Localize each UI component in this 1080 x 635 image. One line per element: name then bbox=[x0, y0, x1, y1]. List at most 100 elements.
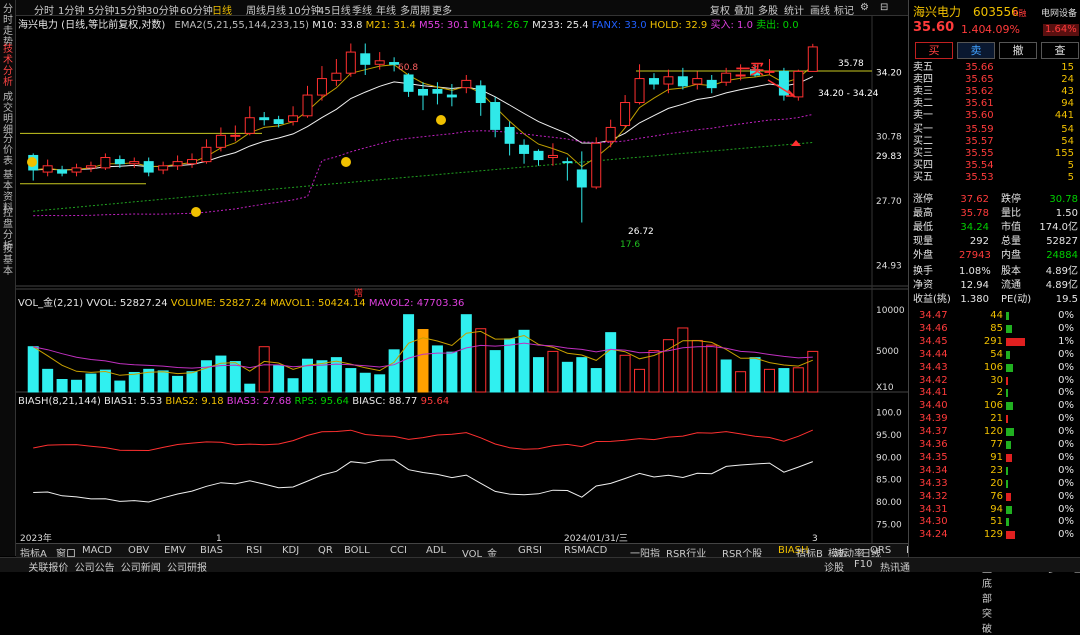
candle-body bbox=[273, 119, 284, 125]
cancel-order-button[interactable]: 撤 bbox=[999, 42, 1037, 59]
volume-tick-label: 10000 bbox=[876, 306, 905, 316]
tick-bar bbox=[1006, 518, 1010, 527]
candle-body bbox=[432, 89, 443, 94]
candle-body bbox=[302, 94, 313, 117]
left-tab-0[interactable]: 分时走势 bbox=[1, 4, 15, 48]
stat-label: PE(动) bbox=[1001, 294, 1032, 305]
tick-bar bbox=[1006, 466, 1008, 475]
volume-bar bbox=[258, 346, 270, 393]
candle-body bbox=[591, 142, 602, 188]
volume-bar bbox=[504, 338, 516, 393]
candle-body bbox=[807, 46, 818, 72]
stat-label: 外盘 bbox=[913, 250, 933, 261]
volume-bar bbox=[576, 357, 588, 393]
left-tab-2[interactable]: 成交明细 bbox=[1, 92, 15, 136]
indicator-tab-2[interactable]: MACD bbox=[82, 545, 112, 556]
signal-marker bbox=[341, 157, 351, 167]
stat-value: 37.62 bbox=[960, 194, 989, 205]
ask-volume: 94 bbox=[1061, 98, 1074, 109]
stat-value: 4.89亿 bbox=[1045, 280, 1078, 291]
volume-bar bbox=[71, 379, 83, 393]
candle-body bbox=[345, 51, 356, 74]
chart-annotation: 26.72 bbox=[628, 227, 654, 237]
volume-bar bbox=[532, 357, 544, 393]
indicator-tab-14[interactable]: RSMACD bbox=[564, 545, 607, 556]
left-tab-1[interactable]: 技术分析 bbox=[1, 44, 15, 88]
bid-price: 35.55 bbox=[965, 148, 994, 159]
stock-chart[interactable]: 34.2030.7829.8327.7024.9360.826.7217.635… bbox=[16, 0, 908, 543]
candle-body bbox=[605, 126, 616, 142]
m10-value: M10: 33.8 bbox=[312, 20, 363, 31]
sell-signal-value: 卖出: 0.0 bbox=[756, 20, 799, 31]
change-percent: 4.09% bbox=[985, 23, 1020, 36]
tick-percent: 0% bbox=[1058, 387, 1074, 399]
candle-body bbox=[215, 134, 226, 148]
volume-bar bbox=[763, 368, 775, 393]
device-label[interactable]: 电网设备 bbox=[1041, 8, 1077, 20]
vvol-value: VVOL: 52827.24 bbox=[86, 298, 168, 309]
tick-percent: 0% bbox=[1058, 490, 1074, 502]
tick-volume: 44 bbox=[990, 310, 1003, 321]
stat-value: 1.08% bbox=[959, 266, 991, 277]
bias-line bbox=[33, 429, 813, 452]
volume-bar bbox=[215, 355, 227, 393]
ask-volume: 15 bbox=[1061, 62, 1074, 73]
sell-button[interactable]: 卖 bbox=[957, 42, 995, 59]
tick-volume: 291 bbox=[983, 335, 1003, 347]
volume-bar bbox=[403, 314, 415, 393]
tick-price: 34.24 bbox=[919, 529, 948, 541]
tick-volume: 30 bbox=[990, 374, 1003, 386]
footer-bar: 关联报价 公司公告 公司新闻 公司研报 诊股 F10 热讯通 bbox=[0, 557, 1080, 574]
buy-button[interactable]: 买 bbox=[915, 42, 953, 59]
volume-bar bbox=[648, 350, 660, 393]
left-tab-6[interactable]: 按基本 bbox=[1, 244, 15, 277]
candle-body bbox=[547, 154, 558, 159]
candle-body bbox=[143, 161, 154, 173]
indicator-tab-8[interactable]: QR bbox=[318, 545, 333, 556]
footer-right-1[interactable]: F10 bbox=[854, 559, 872, 570]
tick-volume: 91 bbox=[990, 451, 1003, 463]
volume-bar bbox=[720, 359, 732, 393]
indicator-tab-10[interactable]: CCI bbox=[390, 545, 407, 556]
m55-value: M55: 30.1 bbox=[419, 20, 470, 31]
indicator-tab-4[interactable]: EMV bbox=[164, 545, 186, 556]
price-tick-label: 24.93 bbox=[876, 261, 902, 271]
tick-volume: 54 bbox=[990, 348, 1003, 360]
chart-annotation: 35.78 bbox=[838, 59, 864, 69]
volume-bar bbox=[200, 360, 212, 393]
candle-body bbox=[461, 79, 472, 89]
signal-marker bbox=[191, 207, 201, 217]
tick-volume: 120 bbox=[983, 426, 1003, 438]
tick-price: 34.40 bbox=[919, 400, 948, 412]
volume-bar bbox=[590, 368, 602, 393]
x-axis-label: 1 bbox=[216, 534, 222, 543]
indicator-tab-5[interactable]: BIAS bbox=[200, 545, 223, 556]
candle-body bbox=[100, 157, 111, 169]
indicator-tab-9[interactable]: BOLL bbox=[344, 545, 370, 556]
stat-value: 30.78 bbox=[1049, 194, 1078, 205]
ema-label: EMA2(5,21,55,144,233,15) bbox=[174, 20, 310, 31]
tick-percent: 1% bbox=[1058, 335, 1074, 347]
candle-body bbox=[172, 161, 183, 167]
ask-volume: 43 bbox=[1061, 86, 1074, 97]
ask-label: 卖二 bbox=[913, 98, 933, 109]
tick-price: 34.39 bbox=[919, 413, 948, 425]
indicator-tab-7[interactable]: KDJ bbox=[282, 545, 299, 556]
left-tab-3[interactable]: 分价表 bbox=[1, 134, 15, 167]
volume-bar bbox=[172, 375, 184, 393]
indicator-tab-13[interactable]: GRSI bbox=[518, 545, 542, 556]
mavol1-value: MAVOL1: 50424.14 bbox=[270, 298, 366, 309]
candle-body bbox=[85, 165, 96, 169]
volume-bar bbox=[99, 369, 111, 393]
indicator-tab-3[interactable]: OBV bbox=[128, 545, 149, 556]
candle-body bbox=[764, 70, 775, 73]
query-button[interactable]: 查 bbox=[1041, 42, 1079, 59]
stat-label: 最低 bbox=[913, 222, 933, 233]
bias-tick-label: 75.00 bbox=[876, 521, 902, 531]
indicator-tab-11[interactable]: ADL bbox=[426, 545, 446, 556]
ask-label: 卖五 bbox=[913, 62, 933, 73]
volume-bar bbox=[157, 370, 169, 393]
tick-bar bbox=[1006, 415, 1008, 424]
bias-name: BIASH(8,21,144) bbox=[18, 396, 101, 407]
indicator-tab-6[interactable]: RSI bbox=[246, 545, 262, 556]
